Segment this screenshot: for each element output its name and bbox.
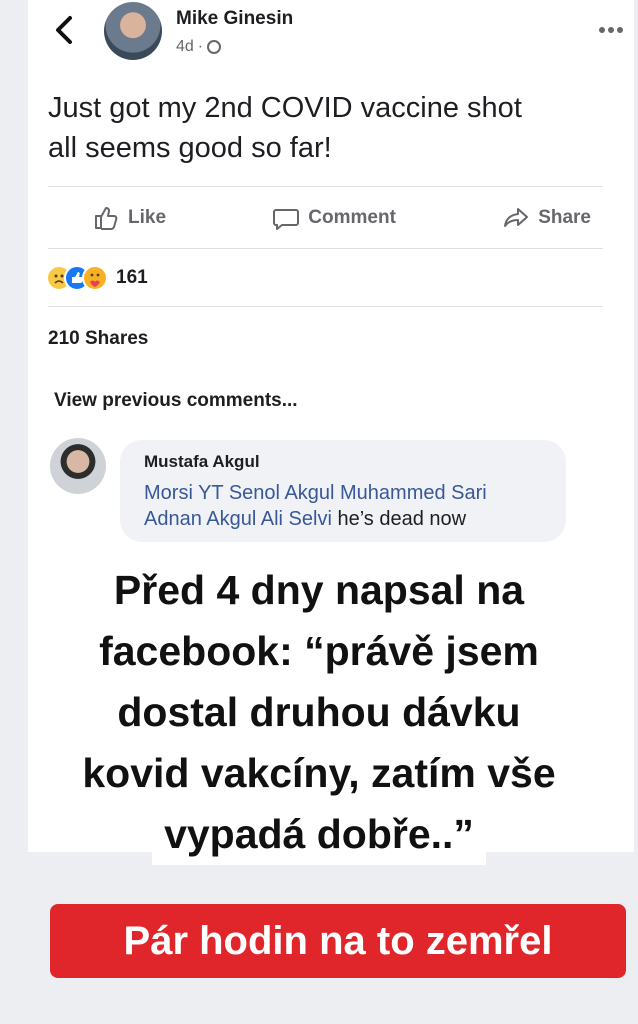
caption-overlay: Před 4 dny napsal na facebook: “právě js… xyxy=(0,560,638,865)
author-avatar[interactable] xyxy=(104,2,162,60)
divider xyxy=(48,248,603,249)
tagged-users[interactable]: Morsi YT Senol Akgul Muhammed Sari xyxy=(144,482,487,504)
divider xyxy=(48,186,603,187)
red-banner: Pár hodin na to zemřel xyxy=(50,904,626,978)
caption-line: dostal druhou dávku xyxy=(105,682,533,743)
caption-line: vypadá dobře..” xyxy=(152,804,486,865)
care-reaction-icon xyxy=(82,265,108,291)
globe-icon xyxy=(207,40,222,54)
post-time[interactable]: 4d xyxy=(176,38,194,56)
comment-label: Comment xyxy=(308,207,396,228)
comment-bubble-icon xyxy=(273,209,300,230)
shares-count[interactable]: 210 Shares xyxy=(48,328,148,350)
commenter-avatar[interactable] xyxy=(50,438,106,494)
reactions-summary[interactable]: 161 xyxy=(46,264,148,292)
post-meta: 4d · xyxy=(176,38,222,56)
share-arrow-icon xyxy=(504,208,529,227)
caption-line: facebook: “právě jsem xyxy=(87,621,551,682)
tagged-users[interactable]: Adnan Akgul Ali Selvi xyxy=(144,508,332,530)
back-button[interactable] xyxy=(50,14,80,48)
post-text-line: Just got my 2nd COVID vaccine shot xyxy=(48,92,522,124)
chevron-left-icon xyxy=(56,16,72,44)
meta-separator: · xyxy=(197,38,204,55)
comment-author[interactable]: Mustafa Akgul xyxy=(144,452,260,472)
reaction-count: 161 xyxy=(116,267,148,288)
like-button[interactable]: Like xyxy=(48,204,208,232)
thumbs-up-icon xyxy=(95,207,118,230)
comment-bubble: Mustafa Akgul Morsi YT Senol Akgul Muham… xyxy=(120,440,566,542)
view-previous-comments-link[interactable]: View previous comments... xyxy=(54,390,298,412)
more-options-icon[interactable] xyxy=(598,14,624,40)
caption-line: Před 4 dny napsal na xyxy=(101,560,537,621)
share-label: Share xyxy=(538,207,591,228)
author-name[interactable]: Mike Ginesin xyxy=(176,8,293,30)
like-label: Like xyxy=(128,207,167,228)
post-actions: Like Comment Share xyxy=(48,196,603,240)
caption-line: kovid vakcíny, zatím vše xyxy=(70,743,568,804)
comment-button[interactable]: Comment xyxy=(230,204,438,232)
divider xyxy=(48,306,603,307)
comment-body: Morsi YT Senol Akgul Muhammed Sari Adnan… xyxy=(144,480,564,532)
share-button[interactable]: Share xyxy=(460,204,603,232)
comment-text: he’s dead now xyxy=(337,508,467,530)
post-header: Mike Ginesin 4d · xyxy=(28,0,634,82)
post-text-line: all seems good so far! xyxy=(48,132,332,164)
post-text: Just got my 2nd COVID vaccine shot all s… xyxy=(48,88,618,168)
